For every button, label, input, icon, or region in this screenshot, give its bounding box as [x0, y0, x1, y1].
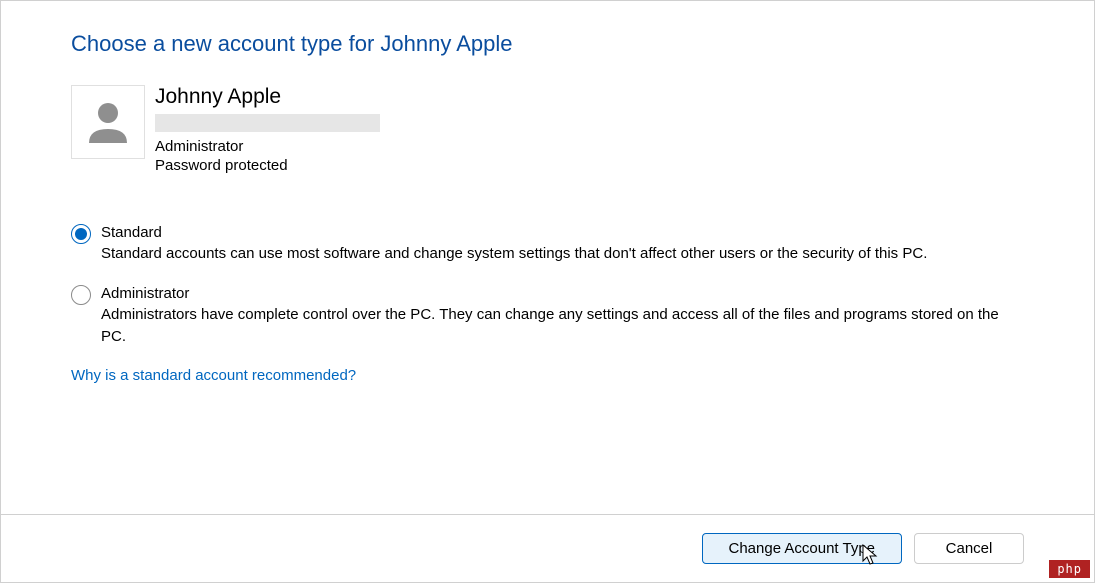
radio-label-administrator: Administrator [101, 285, 1024, 302]
user-password-status: Password protected [155, 157, 380, 174]
radio-desc-standard: Standard accounts can use most software … [101, 243, 1024, 265]
radio-option-administrator[interactable]: Administrator Administrators have comple… [71, 285, 1024, 348]
user-name: Johnny Apple [155, 85, 380, 109]
radio-desc-administrator: Administrators have complete control ove… [101, 304, 1024, 348]
watermark: php [1049, 560, 1090, 578]
user-icon [81, 95, 135, 149]
account-type-radio-group: Standard Standard accounts can use most … [71, 224, 1024, 347]
help-link[interactable]: Why is a standard account recommended? [71, 367, 356, 384]
page-title: Choose a new account type for Johnny App… [71, 31, 1024, 57]
footer-bar: Change Account Type Cancel [1, 514, 1094, 582]
cancel-button[interactable]: Cancel [914, 533, 1024, 564]
change-account-type-button[interactable]: Change Account Type [702, 533, 903, 564]
user-email-redacted [155, 114, 380, 132]
avatar [71, 85, 145, 159]
user-info-block: Johnny Apple Administrator Password prot… [71, 85, 1024, 174]
radio-input-administrator[interactable] [71, 285, 91, 305]
radio-label-standard: Standard [101, 224, 1024, 241]
radio-input-standard[interactable] [71, 224, 91, 244]
radio-option-standard[interactable]: Standard Standard accounts can use most … [71, 224, 1024, 265]
user-role: Administrator [155, 138, 380, 155]
